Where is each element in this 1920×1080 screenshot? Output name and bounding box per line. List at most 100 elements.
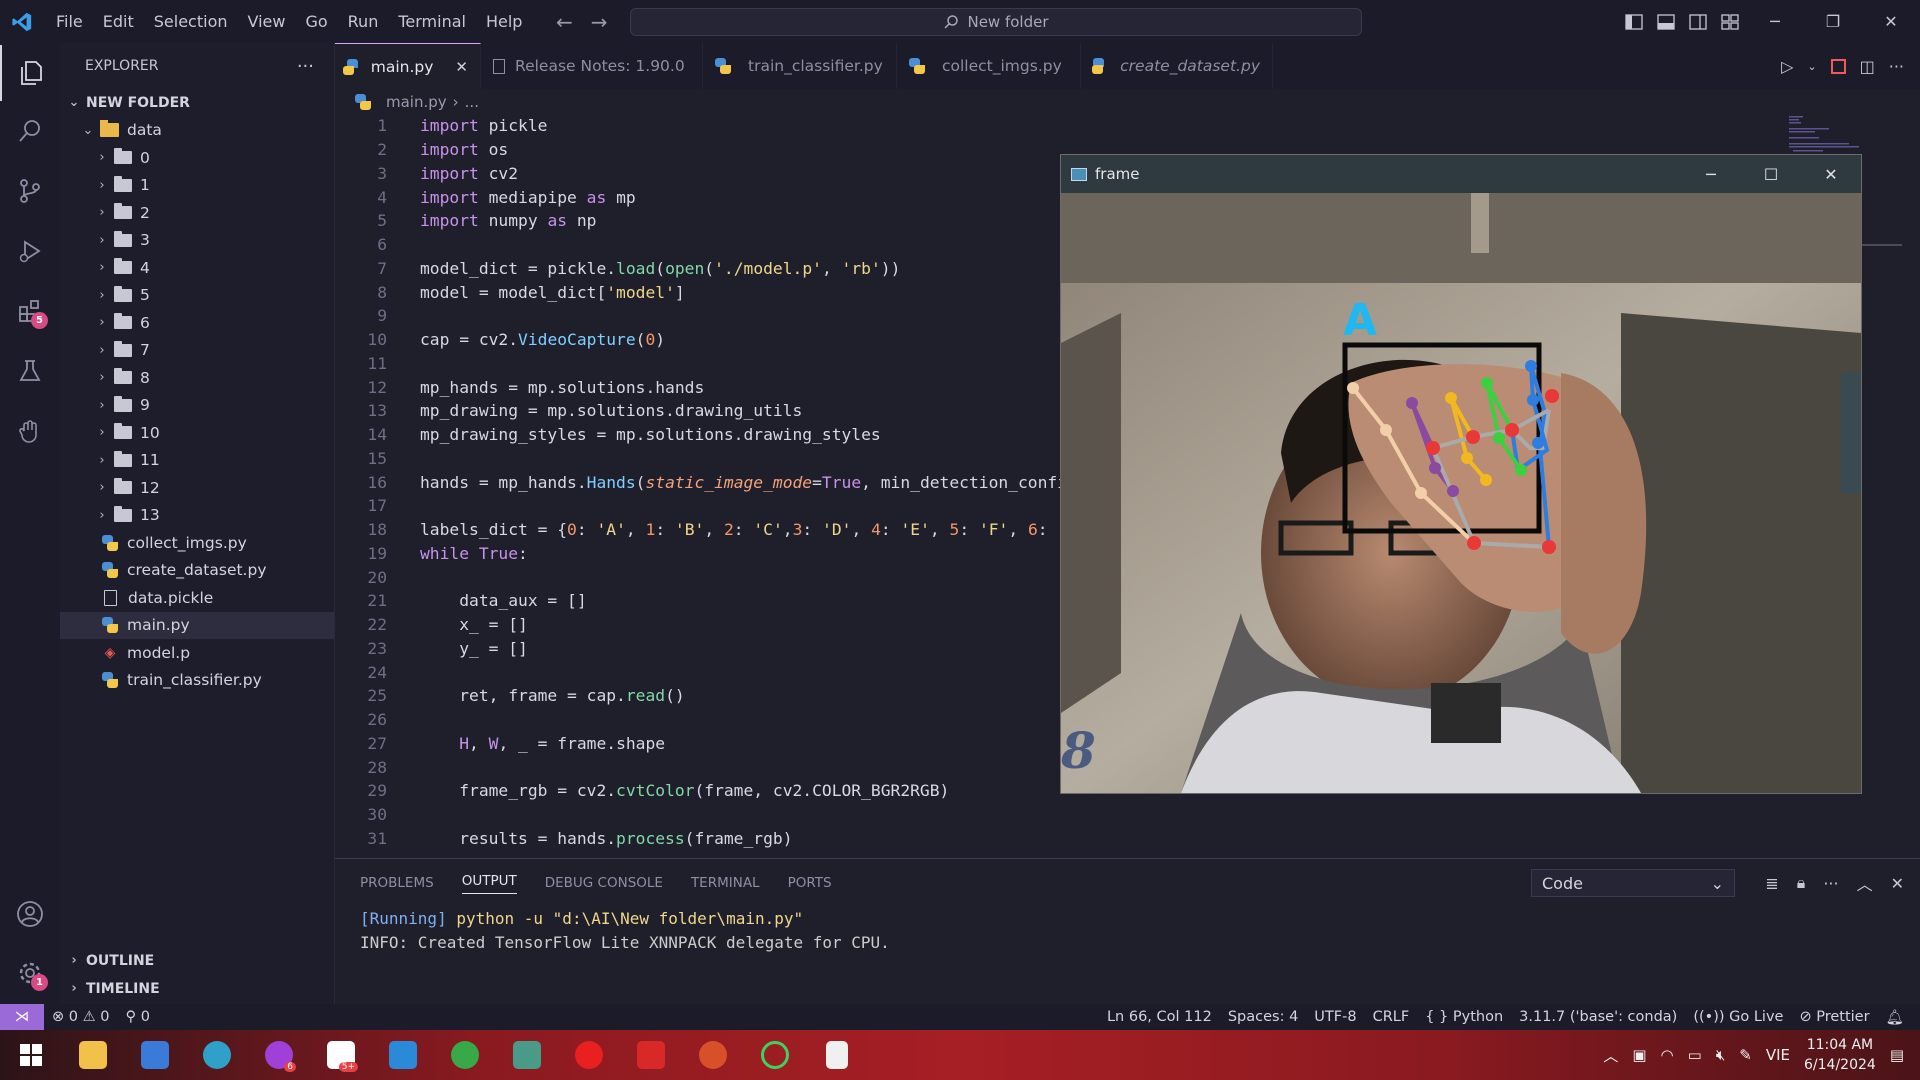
restore-button[interactable]: ❐ [1804,0,1862,43]
encoding[interactable]: UTF-8 [1306,1009,1364,1025]
subfolder-item[interactable]: › 8 [60,364,334,392]
powerpoint-icon[interactable] [682,1030,744,1080]
code-line[interactable]: 7 model_dict = pickle.load(open('./model.… [335,257,900,281]
tab-output[interactable]: OUTPUT [461,873,517,894]
code-line[interactable]: 11 [335,352,387,376]
search-icon[interactable] [0,103,60,159]
cursor-position[interactable]: Ln 66, Col 112 [1099,1009,1220,1025]
code-line[interactable]: 31 results = hands.process(frame_rgb) [335,827,792,851]
split-editor-icon[interactable]: ◫ [1860,57,1875,76]
code-line[interactable]: 9 [335,304,387,328]
python-interpreter[interactable]: 3.11.7 ('base': conda) [1511,1009,1685,1025]
zalo-icon[interactable]: 5+ [310,1030,372,1080]
toggle-primary-sidebar-icon[interactable] [1618,0,1650,43]
vscode-taskbar-icon[interactable] [372,1030,434,1080]
forward-arrow-icon[interactable]: → [591,10,608,34]
menu-go[interactable]: Go [295,0,337,43]
chrome-icon[interactable] [434,1030,496,1080]
close-window-button[interactable]: ✕ [1862,0,1920,43]
menu-file[interactable]: File [46,0,93,43]
tab-problems[interactable]: PROBLEMS [360,875,434,891]
chevron-up-icon[interactable]: ︿ [1603,1045,1618,1066]
file-item[interactable]: train_classifier.py [60,667,334,695]
subfolder-item[interactable]: › 3 [60,227,334,255]
code-line[interactable]: 30 [335,803,387,827]
run-file-icon[interactable]: ▷ [1781,57,1793,76]
menu-edit[interactable]: Edit [93,0,144,43]
more-actions-icon[interactable]: ··· [1823,874,1838,893]
line-ending[interactable]: CRLF [1365,1009,1418,1025]
outline-section[interactable]: › OUTLINE [60,947,335,974]
remote-indicator-icon[interactable]: ⋊ [0,1004,44,1030]
tab-terminal[interactable]: TERMINAL [691,875,760,891]
command-center[interactable]: New folder [630,8,1362,36]
subfolder-item[interactable]: › 6 [60,309,334,337]
close-panel-icon[interactable]: ✕ [1891,874,1904,893]
code-line[interactable]: 2 import os [335,138,508,162]
input-language[interactable]: VIE [1766,1046,1790,1064]
wifi-icon[interactable]: ◠ [1661,1046,1674,1064]
file-item[interactable]: create_dataset.py [60,557,334,585]
code-line[interactable]: 15 [335,447,387,471]
code-line[interactable]: 4 import mediapipe as mp [335,185,636,209]
notifications-icon[interactable]: ▤ [1890,1046,1904,1064]
file-item[interactable]: data.pickle [60,584,334,612]
network-icon[interactable]: ▣ [1632,1046,1646,1064]
data-folder[interactable]: ⌄ data [60,117,334,145]
close-tab-icon[interactable]: ✕ [455,58,468,76]
stop-icon[interactable] [1830,58,1846,74]
root-folder[interactable]: ⌄ NEW FOLDER [60,89,334,117]
more-actions-icon[interactable]: ··· [1889,57,1904,76]
code-line[interactable]: 23 y_ = [] [335,637,527,661]
subfolder-item[interactable]: › 11 [60,447,334,475]
frame-minimize-button[interactable]: ─ [1681,155,1741,193]
windows-start-icon[interactable] [0,1030,62,1080]
code-line[interactable]: 24 [335,660,387,684]
subfolder-item[interactable]: › 10 [60,419,334,447]
clock[interactable]: 11:04 AM 6/14/2024 [1804,1035,1876,1075]
testing-icon[interactable] [0,343,60,399]
code-line[interactable]: 8 model = model_dict['model'] [335,280,685,304]
code-line[interactable]: 3 import cv2 [335,162,518,186]
subfolder-item[interactable]: › 9 [60,392,334,420]
menu-terminal[interactable]: Terminal [388,0,476,43]
tab-create-dataset[interactable]: create_dataset.py [1081,43,1273,89]
toggle-panel-icon[interactable] [1650,0,1682,43]
source-control-icon[interactable] [0,163,60,219]
menu-help[interactable]: Help [476,0,532,43]
breadcrumb-rest[interactable]: ... [465,93,479,111]
code-line[interactable]: 22 x_ = [] [335,613,527,637]
code-line[interactable]: 12 mp_hands = mp.solutions.hands [335,375,704,399]
edge-icon[interactable] [186,1030,248,1080]
frame-close-button[interactable]: ✕ [1801,155,1861,193]
clear-output-icon[interactable]: ≣ [1765,874,1778,893]
subfolder-item[interactable]: › 7 [60,337,334,365]
app-icon[interactable] [496,1030,558,1080]
file-item[interactable]: main.py [60,611,334,639]
subfolder-item[interactable]: › 0 [60,144,334,172]
messenger-icon[interactable]: 6 [248,1030,310,1080]
tab-main-py[interactable]: main.py ✕ [335,43,481,89]
youtube-icon[interactable] [558,1030,620,1080]
code-line[interactable]: 19 while True: [335,542,527,566]
settings-gear-icon[interactable]: 1 [0,945,60,1001]
tab-debug-console[interactable]: DEBUG CONSOLE [545,875,663,891]
output-channel-select[interactable]: Code ⌄ [1531,869,1735,897]
mute-icon[interactable]: 🔇︎ [1716,1046,1725,1064]
more-actions-icon[interactable]: ··· [297,56,314,77]
subfolder-item[interactable]: › 2 [60,199,334,227]
run-dropdown-icon[interactable]: ⌄ [1807,60,1816,73]
frame-window[interactable]: frame ─ ☐ ✕ 8 A [1060,154,1862,794]
explorer-icon[interactable] [0,45,60,101]
code-line[interactable]: 27 H, W, _ = frame.shape [335,732,665,756]
code-line[interactable]: 6 [335,233,387,257]
notepad-icon[interactable] [806,1030,868,1080]
code-line[interactable]: 16 hands = mp_hands.Hands(static_image_mo… [335,470,1067,494]
menu-view[interactable]: View [238,0,296,43]
maximize-panel-icon[interactable]: ︿ [1857,871,1873,895]
customize-layout-icon[interactable] [1714,0,1746,43]
file-item[interactable]: collect_imgs.py [60,529,334,557]
ports-status[interactable]: ⚲ 0 [117,1009,157,1025]
run-debug-icon[interactable] [0,223,60,279]
tab-ports[interactable]: PORTS [788,875,832,891]
